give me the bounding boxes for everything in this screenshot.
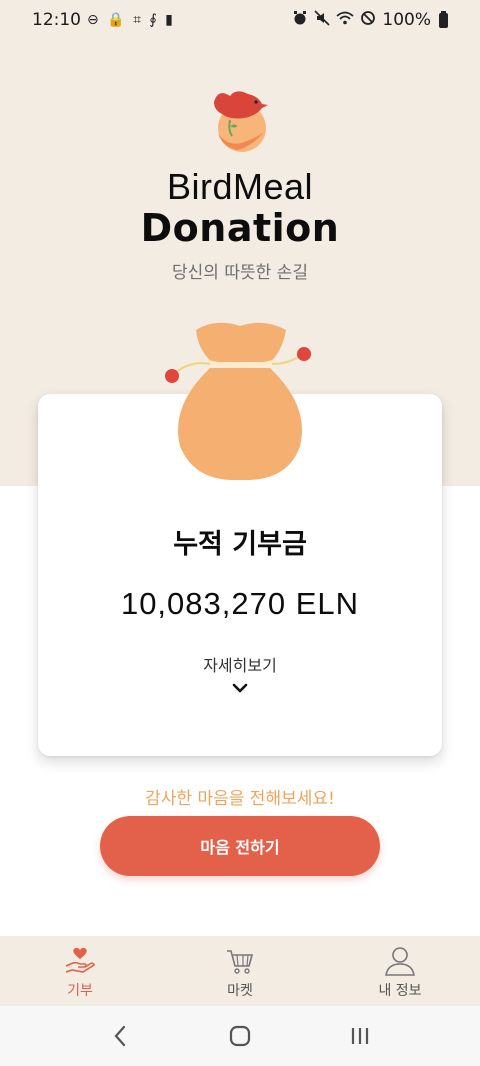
nav-label-market: 마켓 bbox=[227, 983, 253, 999]
user-icon bbox=[385, 947, 415, 976]
total-donation-amount: 10,083,270 ELN bbox=[120, 586, 360, 621]
details-link[interactable]: 자세히보기 bbox=[38, 652, 442, 676]
nav-item-donate[interactable]: 기부 bbox=[0, 936, 160, 1006]
money-bag-icon bbox=[165, 322, 311, 481]
donate-icon bbox=[65, 947, 95, 973]
status-time: 12:10 bbox=[32, 10, 81, 30]
brand-subtitle: Donation bbox=[140, 206, 340, 250]
bottom-navigation: 기부 마켓 내 정보 bbox=[0, 936, 480, 1006]
nav-label-my-info: 내 정보 bbox=[378, 983, 422, 999]
thanks-message: 감사한 마음을 전해보세요! bbox=[145, 789, 335, 809]
total-donation-title: 누적 기부금 bbox=[173, 529, 307, 560]
battery-icon bbox=[439, 10, 448, 28]
mute-icon bbox=[314, 9, 330, 31]
battery-text: 100% bbox=[382, 10, 431, 30]
do-not-disturb-icon bbox=[360, 10, 376, 31]
tagline: 당신의 따뜻한 손길 bbox=[172, 263, 308, 283]
brand-title: BirdMeal bbox=[166, 166, 314, 207]
system-navigation-bar bbox=[0, 1006, 480, 1066]
status-bar: 12:10 ⊖ 🔒 ⌗ ∮ ▮ 100% bbox=[0, 0, 480, 40]
notification-icons: ⊖ 🔒 ⌗ ∮ ▮ bbox=[87, 12, 175, 28]
nav-item-market[interactable]: 마켓 bbox=[160, 936, 320, 1006]
nav-label-donate: 기부 bbox=[67, 983, 93, 999]
chevron-down-icon[interactable] bbox=[231, 681, 249, 695]
nav-item-my-info[interactable]: 내 정보 bbox=[320, 936, 480, 1006]
cart-icon bbox=[227, 950, 254, 974]
system-recents-button[interactable] bbox=[346, 1022, 374, 1050]
alarm-icon bbox=[292, 10, 308, 31]
system-home-button[interactable] bbox=[226, 1022, 254, 1050]
bird-logo bbox=[204, 84, 276, 156]
system-back-button[interactable] bbox=[106, 1022, 134, 1050]
send-heart-button[interactable]: 마음 전하기 bbox=[100, 816, 380, 876]
wifi-icon bbox=[336, 10, 354, 31]
